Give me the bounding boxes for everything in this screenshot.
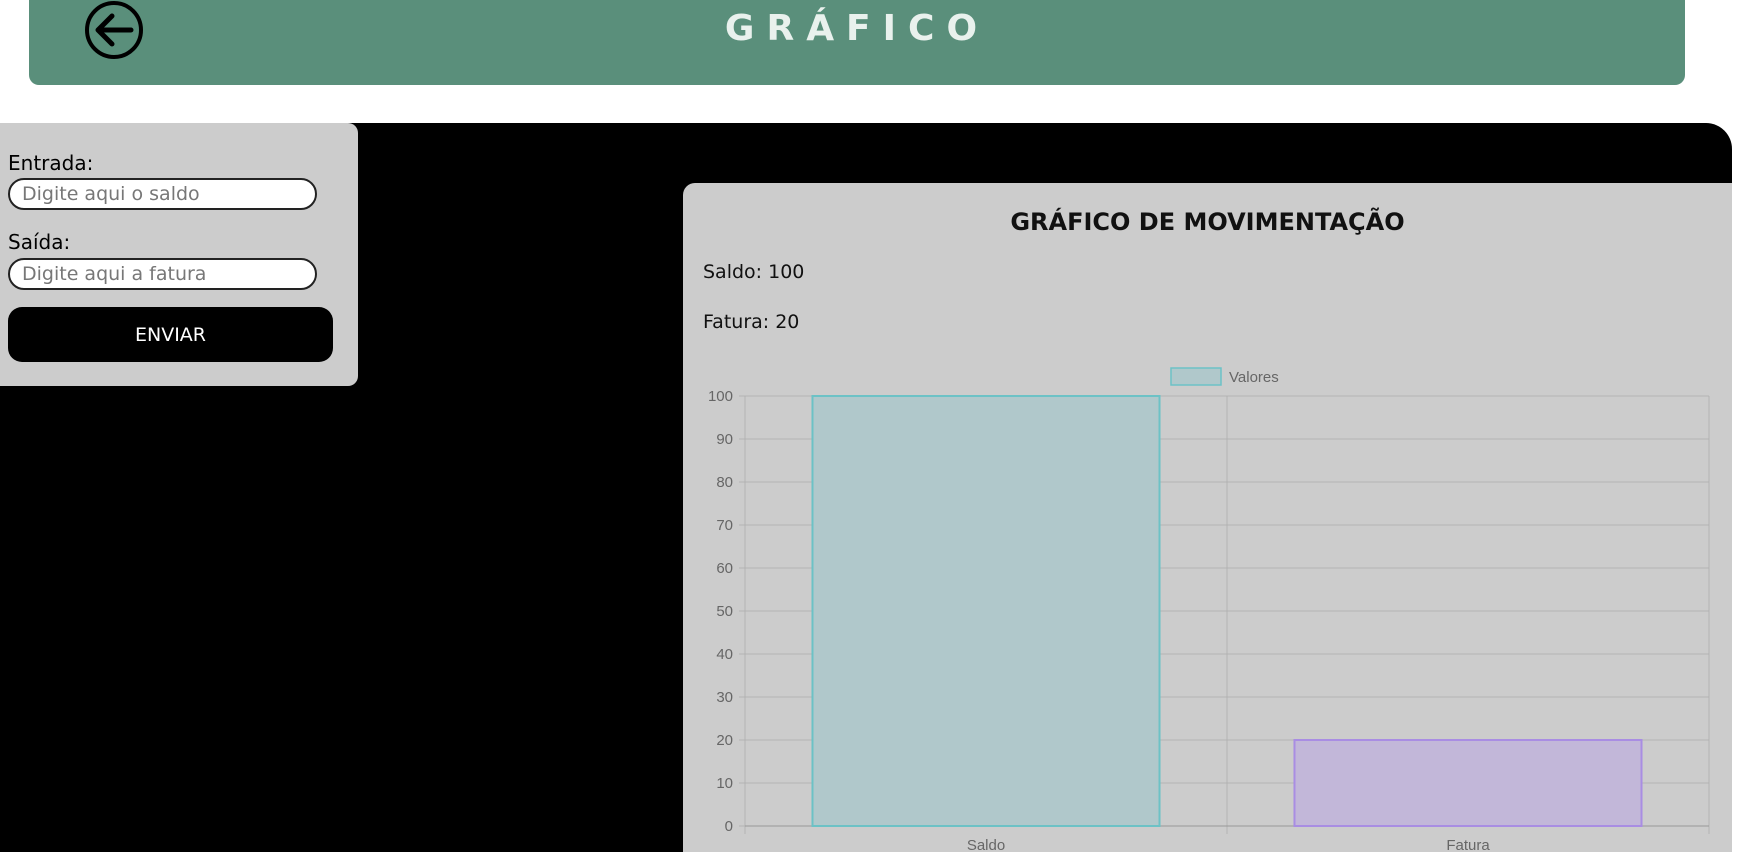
- y-tick-label: 80: [716, 474, 733, 491]
- y-tick-label: 40: [716, 646, 733, 663]
- bar-chart: 0 10 20 30 40 50 60 70 80 90 100 Saldo Fatura Valores: [708, 367, 1710, 852]
- y-tick-label: 70: [716, 517, 733, 534]
- saida-input[interactable]: [8, 258, 317, 290]
- y-tick-label: 20: [716, 732, 733, 749]
- movement-form: Entrada: Saída: ENVIAR: [0, 123, 358, 386]
- x-tick-label: Saldo: [967, 837, 1005, 852]
- enviar-button[interactable]: ENVIAR: [8, 307, 333, 362]
- y-tick-label: 90: [716, 431, 733, 448]
- page-header: GRÁFICO: [29, 0, 1685, 85]
- y-tick-label: 10: [716, 775, 733, 792]
- chart-card: GRÁFICO DE MOVIMENTAÇÃO Saldo: 100 Fatur…: [683, 183, 1732, 852]
- bar-saldo: [811, 395, 1161, 827]
- entrada-input[interactable]: [8, 178, 317, 210]
- legend-swatch: [1170, 367, 1222, 386]
- y-tick-label: 50: [716, 603, 733, 620]
- x-tick-label: Fatura: [1446, 837, 1490, 852]
- y-tick-label: 0: [725, 818, 733, 835]
- saida-label: Saída:: [8, 230, 71, 254]
- legend-label: Valores: [1229, 369, 1279, 386]
- y-tick-label: 100: [708, 388, 733, 405]
- y-tick-label: 60: [716, 560, 733, 577]
- y-tick-label: 30: [716, 689, 733, 706]
- entrada-label: Entrada:: [8, 151, 94, 175]
- page-title: GRÁFICO: [724, 8, 990, 49]
- bar-fatura: [1293, 739, 1643, 827]
